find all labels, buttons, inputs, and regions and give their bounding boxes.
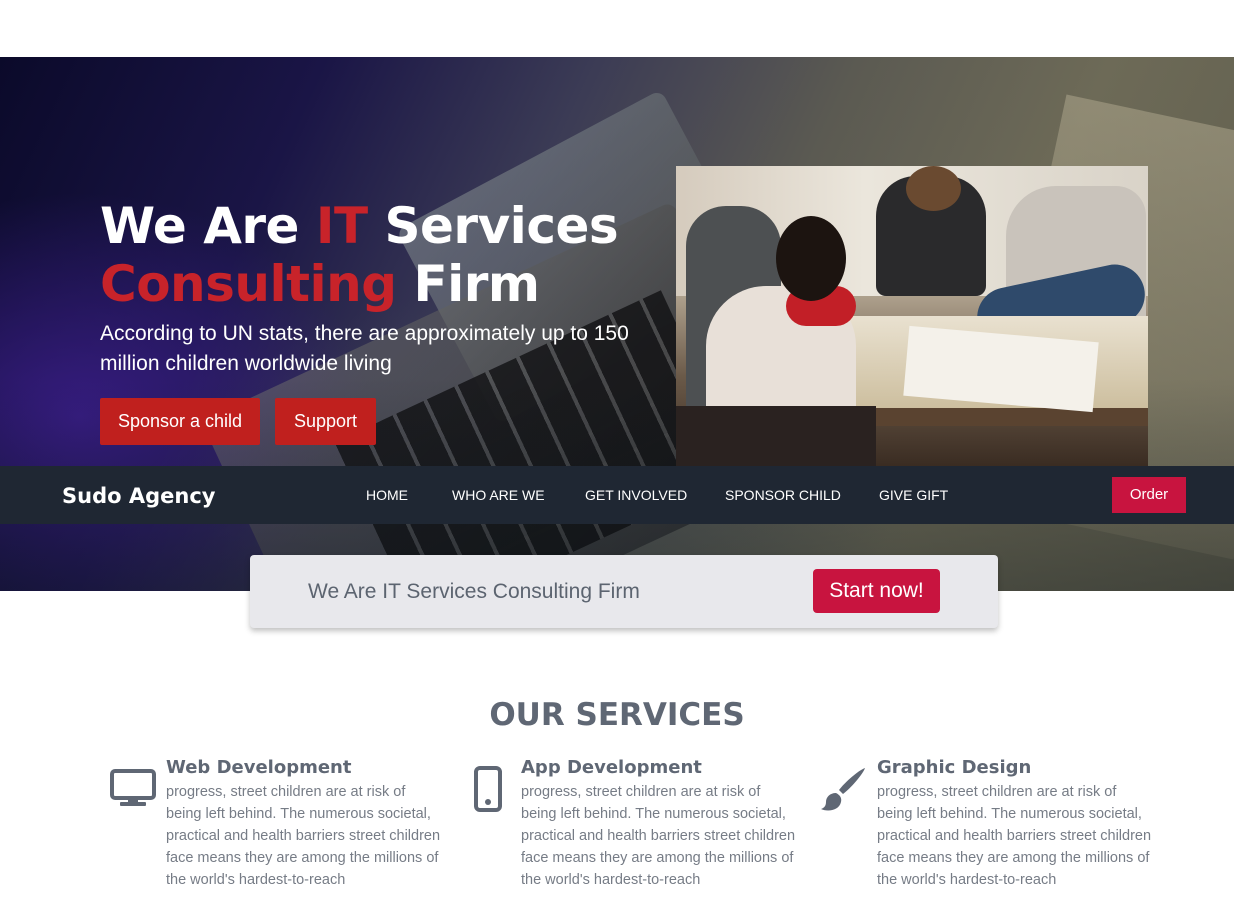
service-title-app-development: App Development [521,757,702,778]
sponsor-a-child-button[interactable]: Sponsor a child [100,398,260,445]
paint-brush-icon [821,768,865,811]
hero-subtitle: According to UN stats, there are approxi… [100,322,629,375]
service-description: progress, street children are at risk of… [166,784,441,888]
hero-title-text: Firm [396,255,540,313]
service-description: progress, street children are at risk of… [521,784,796,888]
photo-foreground [676,406,876,466]
nav-item-get-involved[interactable]: GET INVOLVED [585,466,687,524]
hero-title: We Are IT Services Consulting Firm [100,197,680,313]
desktop-icon [110,769,156,806]
photo-person-head [776,216,846,301]
hero-title-highlight: Consulting [100,255,397,313]
cta-bar: We Are IT Services Consulting Firm Start… [250,555,998,628]
start-now-button[interactable]: Start now! [813,569,940,613]
photo-person-head [906,166,961,211]
nav-item-who-are-we[interactable]: WHO ARE WE [452,466,545,524]
nav-item-home[interactable]: HOME [366,466,408,524]
service-title-graphic-design: Graphic Design [877,757,1032,778]
nav-item-sponsor-child[interactable]: SPONSOR CHILD [725,466,841,524]
navbar: Sudo Agency HOME WHO ARE WE GET INVOLVED… [0,466,1234,524]
nav-item-give-gift[interactable]: GIVE GIFT [879,466,948,524]
service-title-web-development: Web Development [166,757,352,778]
order-button[interactable]: Order [1112,477,1186,513]
hero-title-text: We Are [100,197,316,255]
hero-title-highlight: IT [315,197,368,255]
services-heading: OUR SERVICES [489,697,745,733]
support-button[interactable]: Support [275,398,376,445]
service-description: progress, street children are at risk of… [877,784,1152,888]
hero-title-text: Services [367,197,619,255]
team-photo [676,166,1148,466]
cta-text: We Are IT Services Consulting Firm [308,580,640,603]
mobile-icon [474,766,502,812]
brand-logo[interactable]: Sudo Agency [62,466,215,526]
